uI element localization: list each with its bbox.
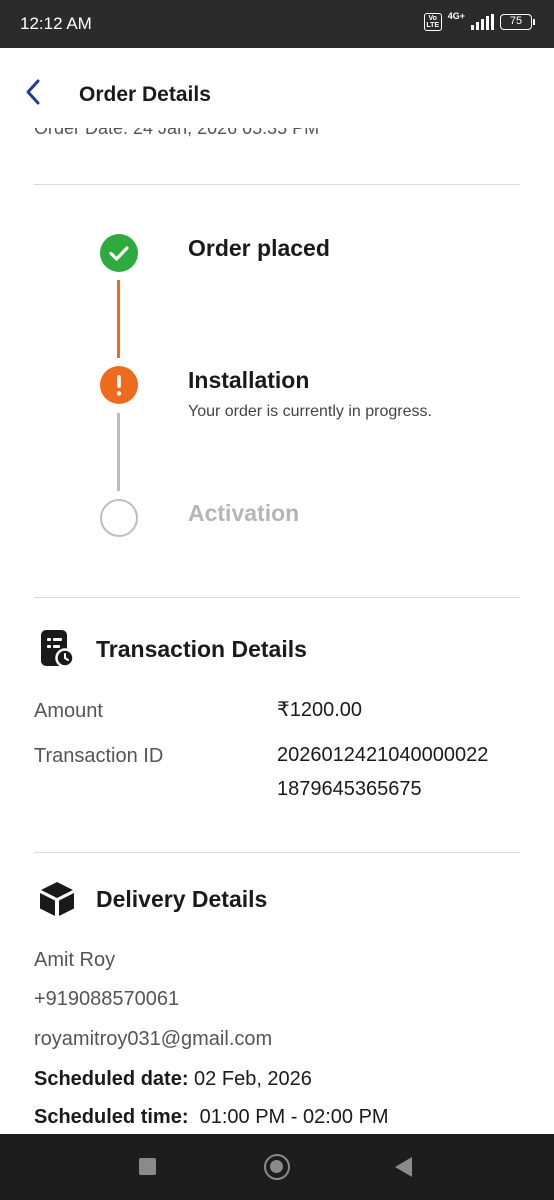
delivery-email: royamitroy031@gmail.com xyxy=(34,1028,273,1050)
check-icon xyxy=(100,234,138,272)
volte-icon: Vo LTE xyxy=(423,13,442,31)
delivery-name: Amit Roy xyxy=(34,949,116,971)
box-icon xyxy=(38,879,76,919)
battery-level: 75 xyxy=(509,15,523,27)
amount-value: ₹1200.00 xyxy=(277,699,363,721)
divider xyxy=(34,184,520,185)
timeline-step-activation: Activation xyxy=(188,500,300,526)
delivery-details-title: Delivery Details xyxy=(96,886,268,912)
scheduled-time-value: 01:00 PM - 02:00 PM xyxy=(199,1106,389,1128)
app-header: Order Details xyxy=(0,48,554,130)
scheduled-time: Scheduled time: 01:00 PM - 02:00 PM xyxy=(34,1106,389,1129)
order-date-cut: Order Date: 24 Jan, 2026 05:35 PM xyxy=(34,128,320,138)
scheduled-date: Scheduled date: 02 Feb, 2026 xyxy=(34,1068,312,1091)
system-nav-bar xyxy=(0,1134,554,1200)
timeline-connector-done xyxy=(117,280,120,358)
chevron-left-icon xyxy=(26,79,40,105)
receipt-icon xyxy=(38,628,76,668)
timeline-step-subtitle: Your order is currently in progress. xyxy=(188,403,432,420)
amount-label: Amount xyxy=(34,700,103,722)
back-button[interactable] xyxy=(18,76,50,108)
scheduled-date-value: 02 Feb, 2026 xyxy=(194,1068,312,1090)
timeline-connector-pending xyxy=(117,413,120,491)
timeline-step-order-placed: Order placed xyxy=(188,235,330,261)
transaction-id-value-line1: 2026012421040000022 xyxy=(277,744,489,766)
transaction-id-label: Transaction ID xyxy=(34,745,164,767)
status-bar: 12:12 AM Vo LTE 4G+ 75 xyxy=(0,0,554,48)
scheduled-date-label: Scheduled date: xyxy=(34,1068,189,1090)
home-button[interactable] xyxy=(264,1154,290,1180)
signal-icon xyxy=(471,14,494,30)
scheduled-time-label: Scheduled time: xyxy=(34,1106,189,1128)
timeline-step-installation: Installation xyxy=(188,367,310,393)
page-title: Order Details xyxy=(79,83,211,106)
empty-circle-icon xyxy=(100,499,138,537)
status-icons: Vo LTE 4G+ 75 xyxy=(423,11,535,31)
transaction-details-title: Transaction Details xyxy=(96,636,307,662)
battery-icon: 75 xyxy=(500,14,535,30)
transaction-id-value-line2: 1879645365675 xyxy=(277,778,422,800)
divider xyxy=(34,597,520,598)
system-back-button[interactable] xyxy=(395,1157,412,1177)
status-time: 12:12 AM xyxy=(20,14,92,33)
recents-button[interactable] xyxy=(139,1158,156,1175)
network-type: 4G+ xyxy=(447,11,465,21)
exclamation-icon xyxy=(100,366,138,404)
delivery-phone: +919088570061 xyxy=(34,988,180,1010)
divider xyxy=(34,852,520,853)
